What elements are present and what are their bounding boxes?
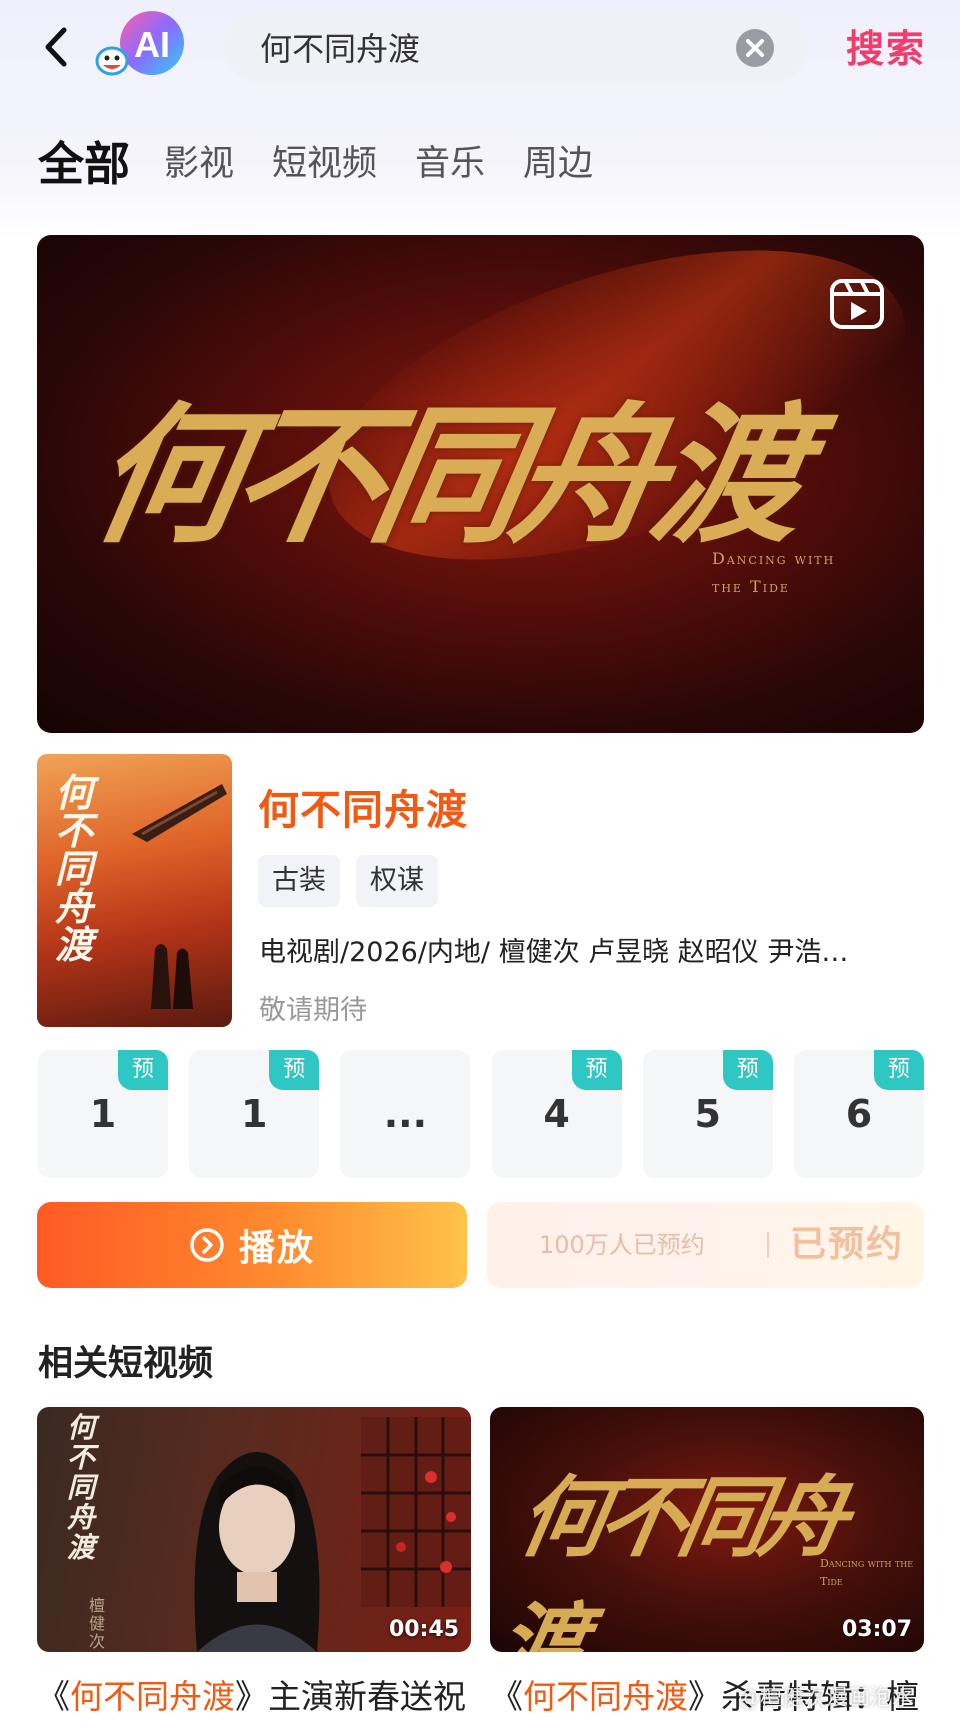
short-video-card[interactable]: 何不同舟渡 檀健次 00:45 [37,1407,471,1652]
episode-number: 1 [89,1092,117,1136]
genre-tag[interactable]: 古装 [258,855,340,907]
episode-item[interactable]: 4 预 [491,1050,622,1178]
episode-ellipsis: ... [383,1092,428,1136]
actor-portrait [194,1452,320,1652]
card-title-calligraphy: 何不同舟渡 [67,1411,96,1564]
reservation-count: 100万人已预约 [539,1231,705,1259]
card-title-calligraphy: 何不同舟渡 [490,1465,850,1652]
watermark: @檀健次漫画泡水 [738,1686,915,1711]
caption-text: 》主演新春送祝 [235,1677,466,1716]
lattice-window-decoration [361,1417,471,1607]
episode-item[interactable]: 6 预 [793,1050,924,1178]
preview-badge: 预 [118,1050,168,1090]
play-circle-icon [189,1227,225,1263]
svg-text:AI: AI [134,24,170,65]
play-button[interactable]: 播放 [37,1202,467,1288]
episode-number: 5 [694,1092,721,1136]
episode-number: 4 [543,1092,570,1136]
search-input[interactable] [260,12,720,82]
episode-more[interactable]: ... [340,1050,471,1178]
tab-all[interactable]: 全部 [38,140,130,188]
back-button[interactable] [36,22,76,72]
tab-short-video[interactable]: 短视频 [272,140,377,188]
hero-english-subtitle: Dancing with the Tide [712,549,836,596]
figures-silhouette [151,944,193,1009]
episode-item[interactable]: 1 预 [189,1050,320,1178]
reserve-button[interactable]: 100万人已预约 已预约 [487,1202,924,1288]
search-button[interactable]: 搜索 [846,18,926,73]
genre-tag[interactable]: 权谋 [356,855,438,907]
caption-bracket: 《 [490,1677,523,1716]
poster-title-calligraphy: 何不同舟渡 [55,770,94,967]
video-play-icon[interactable] [828,275,886,333]
show-poster[interactable]: 何不同舟渡 [37,754,232,1027]
ai-assistant-icon[interactable]: AI [94,5,194,87]
caption-bracket: 《 [37,1677,70,1716]
actor-name-vertical: 檀健次 [89,1596,106,1651]
top-bar: AI 搜索 [0,0,960,100]
tab-music[interactable]: 音乐 [415,140,485,188]
divider [767,1232,769,1258]
preview-badge: 预 [722,1050,773,1090]
related-shorts-heading: 相关短视频 [38,1344,214,1384]
video-duration: 03:07 [841,1617,912,1642]
caption-highlight: 何不同舟渡 [70,1677,235,1716]
search-box[interactable] [224,12,808,82]
preview-badge: 预 [873,1050,924,1090]
short-video-card[interactable]: 何不同舟渡 Dancing with the Tide 03:07 [490,1407,924,1652]
boat-illustration [132,784,227,842]
hero-title-calligraphy: 何不同舟渡 [79,388,811,564]
episode-number: 6 [845,1092,873,1136]
category-tabs: 全部 影视 短视频 音乐 周边 [38,128,631,188]
genre-tags: 古装 权谋 [258,855,454,907]
clear-search-button[interactable] [736,29,774,67]
show-meta: 电视剧/2026/内地/ 檀健次 卢昱晓 赵昭仪 尹浩… [259,937,849,968]
play-button-label: 播放 [238,1228,315,1269]
show-title[interactable]: 何不同舟渡 [258,776,468,836]
episode-list: 1 预 1 预 ... 4 预 5 预 6 预 [38,1050,924,1178]
tab-film-tv[interactable]: 影视 [164,140,234,188]
release-status: 敬请期待 [259,995,367,1026]
chevron-left-icon [45,27,67,67]
short-video-caption[interactable]: 《何不同舟渡》主演新春送祝 [37,1670,497,1718]
caption-highlight: 何不同舟渡 [523,1677,688,1716]
close-icon [746,39,764,57]
reserved-label: 已预约 [790,1224,905,1265]
preview-badge: 预 [269,1050,320,1090]
card-english-subtitle: Dancing with the Tide [820,1557,914,1588]
episode-item[interactable]: 1 预 [38,1050,168,1178]
episode-number: 1 [240,1092,268,1136]
tab-merch[interactable]: 周边 [523,140,593,188]
video-duration: 00:45 [388,1617,459,1642]
preview-badge: 预 [571,1050,622,1090]
hero-banner[interactable]: 何不同舟渡 Dancing with the Tide [37,235,924,733]
episode-item[interactable]: 5 预 [642,1050,773,1178]
